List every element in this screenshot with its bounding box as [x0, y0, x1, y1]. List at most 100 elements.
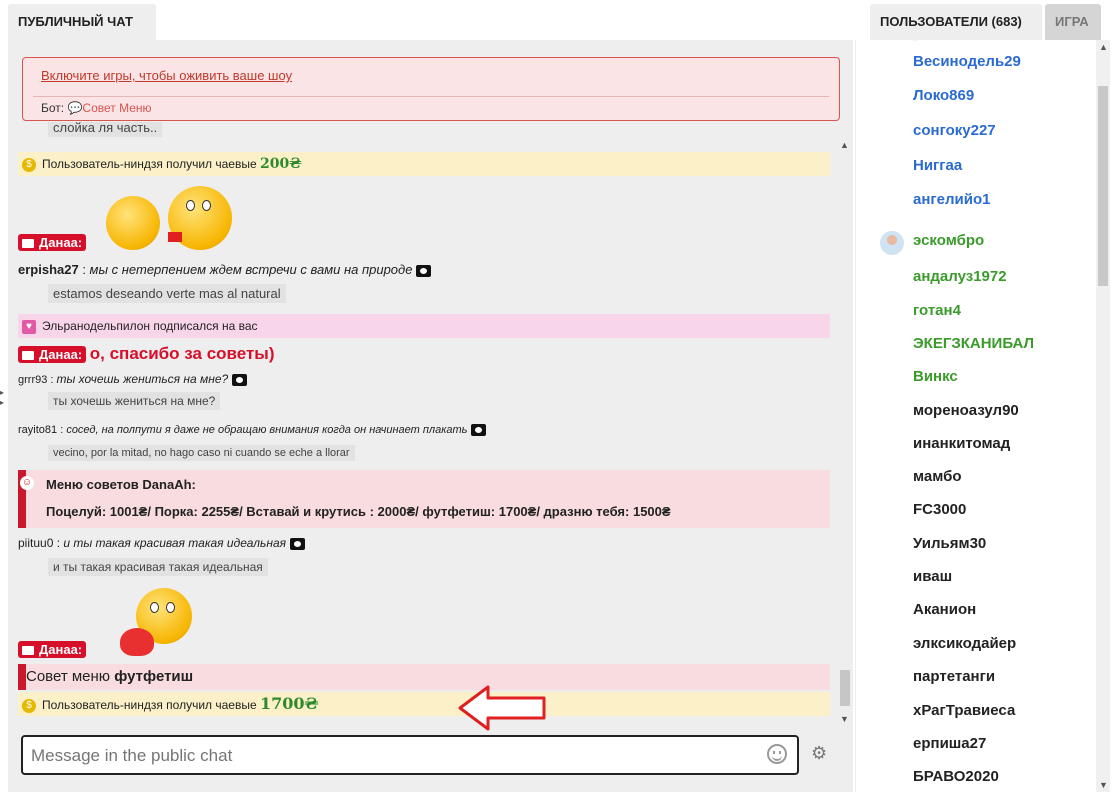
chat-message: слойка ля часть..: [18, 122, 830, 137]
user-list-item[interactable]: Ниггаа: [913, 157, 962, 174]
chat-message: erpisha27 : мы с нетерпением ждем встреч…: [18, 262, 830, 277]
menu-tip-item: футфетиш: [114, 668, 194, 685]
scroll-down-arrow-icon[interactable]: ▼: [1099, 780, 1108, 790]
model-message: Данаа:: [18, 234, 830, 252]
users-panel: ″ Весинодель29 Локо869 сонгоку227 Ниггаа анг…: [855, 40, 1118, 792]
user-list-item[interactable]: сонгоку227: [913, 122, 996, 139]
red-arrow-annotation-icon: [458, 685, 546, 731]
subscribe-notification: ♥ Эльранодельпилон подписался на вас: [18, 314, 830, 338]
user-list-item[interactable]: элксикодайер: [913, 635, 1016, 652]
message-translation: estamos deseando verte mas al natural: [48, 284, 286, 303]
tip-amount: 200₴: [259, 156, 302, 172]
user-list-item[interactable]: Весинодель29: [913, 53, 1021, 70]
camera-icon: [22, 239, 34, 249]
message-separator: :: [47, 374, 57, 386]
tab-public-chat[interactable]: ПУБЛИЧНЫЙ ЧАТ: [8, 4, 156, 40]
user-list-item[interactable]: эскомбро: [913, 232, 984, 249]
message-text: и ты такая красивая такая идеальная: [63, 536, 287, 550]
coin-icon: $: [22, 157, 36, 172]
user-list-item[interactable]: мамбо: [913, 468, 962, 485]
message-translation: ты хочешь жениться на мне?: [48, 392, 221, 410]
user-list-item[interactable]: хРагТравиеса: [913, 702, 1015, 719]
scroll-thumb[interactable]: [1098, 86, 1108, 286]
chat-messages: слойка ля часть.. $ Пользователь-ниндзя п…: [18, 122, 830, 722]
chat-message-input[interactable]: [29, 743, 753, 769]
tip-notification: $ Пользователь-ниндзя получил чаевые 1700…: [18, 692, 830, 716]
chat-message: piituu0 : и ты такая красивая такая идеа…: [18, 536, 830, 550]
tab-game[interactable]: ИГРА: [1045, 4, 1101, 40]
model-message: Данаа: о, спасибо за советы): [18, 344, 830, 364]
collapse-arrows-icon[interactable]: ▸ ▸: [0, 388, 8, 408]
message-translation: и ты такая красивая такая идеальная: [48, 558, 268, 576]
message-text: ты хочешь жениться на мне?: [56, 372, 229, 386]
chat-scrollbar[interactable]: ▲ ▼: [840, 140, 850, 725]
model-badge: Данаа:: [18, 641, 87, 659]
translate-icon[interactable]: [416, 264, 432, 277]
tip-menu-link[interactable]: 💬Совет Меню: [67, 101, 151, 115]
camera-icon: [22, 646, 34, 656]
bot-line: Бот: 💬Совет Меню: [41, 101, 152, 115]
emoji-smile-icon[interactable]: [767, 744, 787, 764]
user-list-item[interactable]: Локо869: [913, 87, 974, 104]
users-scrollbar[interactable]: ▲ ▼: [1096, 40, 1110, 792]
chat-message-translation: ты хочешь жениться на мне?: [18, 392, 830, 410]
user-list-item[interactable]: ерпиша27: [913, 735, 986, 752]
user-list-item[interactable]: Уильям30: [913, 535, 986, 552]
chat-message-translation: vecino, por la mitad, no hago caso ni cu…: [18, 444, 830, 461]
message-username[interactable]: rayito81: [18, 424, 57, 436]
model-name: Данаа:: [39, 235, 83, 251]
user-list-item[interactable]: иваш: [913, 568, 952, 585]
translate-icon[interactable]: [232, 374, 248, 387]
menu-tip-prefix: Совет меню: [26, 668, 115, 685]
chat-message-translation: estamos deseando verte mas al natural: [18, 284, 830, 303]
user-list-item[interactable]: Аканион: [913, 601, 976, 618]
scroll-up-arrow-icon[interactable]: ▲: [840, 140, 849, 150]
user-list-item[interactable]: готан4: [913, 302, 961, 319]
user-list-item[interactable]: партетанги: [913, 668, 995, 685]
user-list-item[interactable]: БРАВО2020: [913, 768, 999, 785]
tip-text: получил чаевые: [162, 157, 260, 171]
message-separator: :: [53, 536, 64, 550]
tip-menu-box: ☺ Меню советов DanaAh: Поцелуй: 1001₴/ П…: [18, 470, 830, 528]
tip-menu-title: Меню советов DanaAh:: [46, 477, 196, 492]
scroll-down-arrow-icon[interactable]: ▼: [840, 714, 849, 724]
enable-games-link[interactable]: Включите игры, чтобы оживить ваше шоу: [41, 68, 292, 83]
gear-icon[interactable]: ⚙: [811, 744, 829, 762]
user-list-item[interactable]: мореноазул90: [913, 402, 1019, 419]
scroll-thumb[interactable]: [840, 670, 850, 706]
translate-icon[interactable]: [471, 424, 487, 437]
users-list: ″ Весинодель29 Локо869 сонгоку227 Ниггаа анг…: [856, 40, 1096, 792]
model-name: Данаа:: [39, 642, 83, 658]
cut-off-user: ″: [913, 40, 918, 49]
user-list-item[interactable]: андалуз1972: [913, 268, 1007, 285]
model-name: Данаа:: [39, 346, 83, 362]
message-username[interactable]: piituu0: [18, 536, 53, 550]
subscribe-text: подписался на вас: [150, 319, 258, 333]
message-translation: слойка ля часть..: [48, 122, 163, 137]
heart-icon: ♥: [22, 319, 36, 334]
tab-bar: ПУБЛИЧНЫЙ ЧАТ ПОЛЬЗОВАТЕЛИ (683) ИГРА: [0, 0, 1118, 40]
chat-message: rayito81 : сосед, на полпути я даже не о…: [18, 424, 830, 437]
notice-divider: [33, 96, 829, 97]
message-separator: :: [57, 424, 67, 436]
subscriber-name: Эльранодельпилон: [42, 319, 151, 333]
translate-icon[interactable]: [290, 537, 306, 550]
camera-icon: [22, 350, 34, 360]
chat-input-box: [21, 735, 799, 775]
tipper-name: Пользователь-ниндзя: [42, 698, 163, 712]
message-username[interactable]: grrr93: [18, 374, 47, 386]
model-message-text: о, спасибо за советы): [89, 344, 275, 363]
scroll-up-arrow-icon[interactable]: ▲: [1099, 42, 1108, 52]
tab-users[interactable]: ПОЛЬЗОВАТЕЛИ (683): [870, 4, 1042, 40]
user-list-item[interactable]: Винкс: [913, 368, 958, 385]
user-list-item[interactable]: ЭКЕГЗКАНИБАЛ: [913, 335, 1034, 352]
message-separator: :: [78, 262, 90, 277]
menu-tip-notification: Совет меню футфетиш: [18, 664, 830, 690]
user-list-item[interactable]: ангелийо1: [913, 191, 990, 208]
user-list-item[interactable]: инанкитомад: [913, 435, 1010, 452]
user-list-item[interactable]: FC3000: [913, 501, 966, 518]
message-text: сосед, на полпути я даже не обращаю вним…: [66, 424, 468, 436]
message-translation: vecino, por la mitad, no hago caso ni cu…: [48, 445, 355, 461]
tip-text: получил чаевые: [162, 698, 260, 712]
message-username[interactable]: erpisha27: [18, 262, 79, 277]
